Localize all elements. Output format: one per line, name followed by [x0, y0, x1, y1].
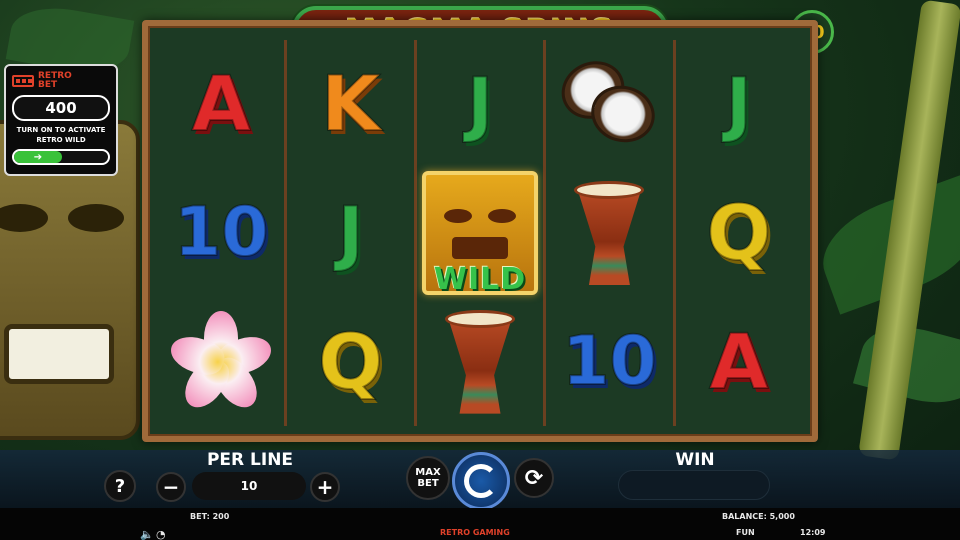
reels-grid: A 10 K J Q J WILD 10 J Q A [158, 40, 802, 426]
reel-3: J WILD [417, 40, 547, 426]
spin-button[interactable] [452, 452, 510, 510]
card-symbol-j: J [337, 192, 365, 274]
autoplay-icon: ⟳ [524, 465, 544, 491]
reel-cell: 10 [158, 169, 284, 298]
drum-symbol [574, 181, 645, 285]
reel-cell: A [676, 297, 802, 426]
increase-bet-button[interactable]: + [310, 472, 340, 502]
reel-cell: Q [676, 169, 802, 298]
card-symbol-a: A [191, 59, 252, 149]
per-line-value: 10 [192, 472, 306, 500]
reel-cell: A [158, 40, 284, 169]
sound-icon[interactable]: 🔈 [140, 528, 154, 540]
reel-5: JQA [676, 40, 802, 426]
reel-cell: Q [287, 297, 413, 426]
arrow-right-icon: ➔ [14, 151, 62, 163]
max-bet-button[interactable]: MAX BET [406, 456, 450, 500]
win-display [618, 470, 770, 500]
retro-bet-panel: RETRO BET 400 TURN ON TO ACTIVATE RETRO … [4, 64, 118, 176]
card-symbol-j: J [466, 63, 494, 146]
reel-cell [158, 297, 284, 426]
retro-wild-toggle[interactable]: ➔ [12, 149, 110, 165]
card-symbol-q: Q [706, 188, 773, 277]
frangipani-flower-symbol [166, 307, 276, 417]
help-button[interactable]: ? [104, 470, 136, 502]
status-bar: BET: 200 BALANCE: 5,000 🔈 ◔ RETRO GAMING… [0, 508, 960, 540]
wild-label: WILD [433, 262, 527, 297]
brand-logo: RETRO GAMING [440, 528, 510, 537]
spin-icon [464, 464, 498, 498]
card-symbol-k: K [320, 59, 381, 149]
speed-icon[interactable]: ◔ [156, 528, 166, 540]
drum-symbol [445, 309, 516, 414]
wild-tiki-symbol: WILD [422, 171, 539, 297]
reel-cell: J [287, 169, 413, 298]
card-symbol-10: 10 [561, 321, 658, 401]
decrease-bet-button[interactable]: − [156, 472, 186, 502]
reel-cell [417, 297, 543, 426]
card-symbol-10: 10 [173, 193, 270, 272]
reel-cell [546, 169, 672, 298]
retro-bet-logo: RETRO BET [12, 70, 110, 92]
win-label: WIN [675, 450, 715, 470]
reel-cell: 10 [546, 297, 672, 426]
card-symbol-j: J [725, 63, 753, 146]
reels-frame: A 10 K J Q J WILD 10 J Q A [142, 20, 818, 442]
reel-cell [546, 40, 672, 169]
bet-readout: BET: 200 [190, 512, 230, 521]
per-line-label: PER LINE [206, 450, 294, 470]
retro-bet-value: 400 [12, 95, 110, 121]
reel-cell: J [676, 40, 802, 169]
reel-cell: K [287, 40, 413, 169]
card-symbol-a: A [708, 316, 769, 406]
autoplay-button[interactable]: ⟳ [514, 458, 554, 498]
reel-cell: WILD [417, 169, 543, 298]
retro-logo-text-2: BET [38, 80, 58, 90]
clock-readout: 12:09 [800, 528, 826, 537]
retro-bet-hint: TURN ON TO ACTIVATE RETRO WILD [16, 126, 106, 144]
retro-bet-icon [12, 75, 34, 87]
reel-cell: J [417, 40, 543, 169]
coconut-symbol [552, 51, 662, 150]
reel-2: KJQ [287, 40, 417, 426]
reel-1: A 10 [158, 40, 288, 426]
mode-readout: FUN [736, 528, 755, 537]
reel-4: 10 [546, 40, 676, 426]
balance-readout: BALANCE: 5,000 [722, 512, 795, 521]
card-symbol-q: Q [317, 316, 384, 406]
